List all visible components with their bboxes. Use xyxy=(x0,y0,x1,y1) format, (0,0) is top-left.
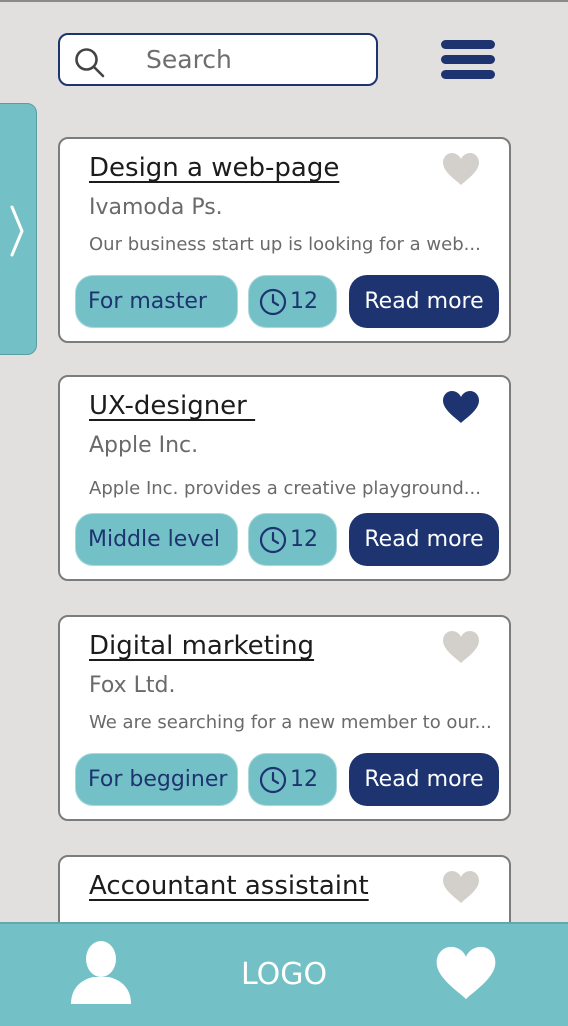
clock-icon xyxy=(259,288,287,315)
job-title-link[interactable]: Accountant assistaint xyxy=(89,871,369,901)
search-icon xyxy=(75,48,105,78)
job-title-link[interactable]: Digital marketing xyxy=(89,631,314,661)
company-name: Ivamoda Ps. xyxy=(89,195,223,220)
read-more-button[interactable]: Read more xyxy=(349,275,499,328)
job-card: Design a web-page Ivamoda Ps. Our busine… xyxy=(58,137,511,343)
experience-level-badge: For begginer xyxy=(75,753,238,806)
duration-value: 12 xyxy=(290,767,318,792)
duration-badge: 12 xyxy=(248,275,337,328)
job-title-link[interactable]: UX-designer xyxy=(89,391,255,421)
job-card: Digital marketing Fox Ltd. We are search… xyxy=(58,615,511,821)
experience-level-label: For master xyxy=(88,289,207,314)
duration-badge: 12 xyxy=(248,513,337,566)
company-name: Apple Inc. xyxy=(89,433,199,458)
duration-badge: 12 xyxy=(248,753,337,806)
side-drawer-toggle[interactable] xyxy=(0,103,37,355)
job-description: Our business start up is looking for a w… xyxy=(89,234,481,255)
experience-level-label: For begginer xyxy=(88,767,228,792)
heart-icon[interactable] xyxy=(442,390,480,424)
clock-icon xyxy=(259,766,287,793)
bottom-navigation-bar: LOGO xyxy=(0,922,568,1026)
heart-icon[interactable] xyxy=(442,870,480,904)
job-card: UX-designer Apple Inc. Apple Inc. provid… xyxy=(58,375,511,581)
experience-level-badge: For master xyxy=(75,275,238,328)
search-input[interactable] xyxy=(146,35,366,84)
read-more-button[interactable]: Read more xyxy=(349,753,499,806)
company-name: Fox Ltd. xyxy=(89,673,176,698)
chevron-right-icon xyxy=(10,205,24,257)
heart-icon[interactable] xyxy=(442,152,480,186)
hamburger-menu-icon[interactable] xyxy=(441,40,497,80)
heart-icon[interactable] xyxy=(442,630,480,664)
search-bar[interactable] xyxy=(58,33,378,86)
duration-value: 12 xyxy=(290,527,318,552)
experience-level-badge: Middle level xyxy=(75,513,238,566)
duration-value: 12 xyxy=(290,289,318,314)
job-description: Apple Inc. provides a creative playgroun… xyxy=(89,478,481,499)
experience-level-label: Middle level xyxy=(88,527,220,552)
job-title-link[interactable]: Design a web-page xyxy=(89,153,339,183)
job-description: We are searching for a new member to our… xyxy=(89,712,492,733)
read-more-button[interactable]: Read more xyxy=(349,513,499,566)
clock-icon xyxy=(259,526,287,553)
heart-icon[interactable] xyxy=(435,944,497,1002)
